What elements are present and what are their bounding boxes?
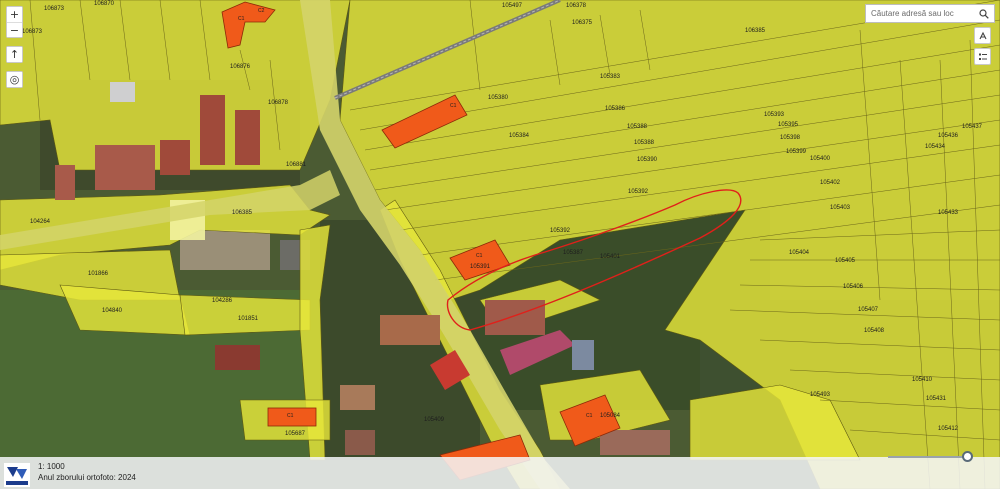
- parcel-label: 105388: [634, 140, 655, 146]
- parcel-label: 105410: [912, 377, 933, 383]
- compass-control: ↑: [6, 46, 23, 63]
- search-icon: [979, 8, 989, 19]
- zoom-in-button[interactable]: +: [7, 7, 22, 22]
- locate-button[interactable]: ◎: [7, 72, 22, 87]
- info-bar: 1: 1000 Anul zborului ortofoto: 2024: [0, 457, 1000, 489]
- ancpi-logo: [4, 463, 30, 487]
- parcel-label: 101851: [238, 316, 259, 322]
- building-label: C1: [586, 413, 593, 419]
- search-button[interactable]: [974, 5, 994, 22]
- layer-list-icon: [978, 53, 987, 60]
- parcel-label: 105493: [810, 392, 831, 398]
- map-toolbar: + − ↑ ◎: [6, 6, 23, 88]
- parcel-label: 106385: [745, 28, 766, 34]
- parcel-label: 105395: [778, 122, 799, 128]
- parcel-label: 105392: [628, 189, 649, 195]
- slider-track: [888, 456, 972, 458]
- parcel-label: 106870: [94, 1, 115, 7]
- locate-control: ◎: [6, 71, 23, 88]
- opacity-slider[interactable]: [888, 449, 978, 465]
- parcel-label: 106873: [22, 29, 43, 35]
- parcel-label: 104264: [30, 219, 51, 225]
- parcel-label: 105404: [789, 250, 810, 256]
- parcel-label: 104286: [212, 298, 233, 304]
- parcel-label: 106378: [566, 3, 587, 9]
- map-canvas[interactable]: C1 C2 C1 C1 C1 C1 106873 106870 106873 1…: [0, 0, 1000, 489]
- parcel-label: 105412: [938, 426, 959, 432]
- parcel-label: 105437: [962, 124, 983, 130]
- parcel-label: 106873: [44, 6, 65, 12]
- building-label: C1: [287, 413, 294, 419]
- map-scale: 1: 1000: [38, 462, 65, 471]
- parcel-label: 105400: [810, 156, 831, 162]
- parcel-label: 105405: [835, 258, 856, 264]
- orthophoto-year: Anul zborului ortofoto: 2024: [38, 473, 136, 482]
- parcel-label: 106876: [230, 64, 251, 70]
- parcel-label: 105406: [843, 284, 864, 290]
- parcel-label: 105386: [605, 106, 626, 112]
- parcel-label: 105393: [764, 112, 785, 118]
- parcel-label: 105383: [600, 74, 621, 80]
- search-box: [865, 4, 995, 23]
- parcel-label: 105497: [502, 3, 523, 9]
- search-input[interactable]: [866, 5, 974, 22]
- parcel-label: 105434: [925, 144, 946, 150]
- parcel-label: 105433: [938, 210, 959, 216]
- parcel-label: 105409: [424, 417, 445, 423]
- parcel-label: 105431: [926, 396, 947, 402]
- parcel-label: 105436: [938, 133, 959, 139]
- parcel-label: 105401: [600, 254, 621, 260]
- parcel-label: 105388: [627, 124, 648, 130]
- parcel-label: 104840: [102, 308, 123, 314]
- zoom-controls: + −: [6, 6, 23, 38]
- parcel-label: 105387: [563, 250, 584, 256]
- parcel-label: 101866: [88, 271, 109, 277]
- parcel-label: 105380: [488, 95, 509, 101]
- parcel-label: 106385: [232, 210, 253, 216]
- parcel-label: 105403: [830, 205, 851, 211]
- parcel-label: 105407: [858, 307, 879, 313]
- building-label: C1: [450, 103, 457, 109]
- parcel-label: 105391: [470, 264, 491, 270]
- building-label: C1: [476, 253, 483, 259]
- parcel-label: 106878: [268, 100, 289, 106]
- parcel-label: 105392: [550, 228, 571, 234]
- parcel-label: 105398: [780, 135, 801, 141]
- parcel-label: 105399: [786, 149, 807, 155]
- share-button[interactable]: [974, 27, 991, 44]
- zoom-out-button[interactable]: −: [7, 22, 22, 37]
- parcel-label: 105687: [285, 431, 306, 437]
- building-label: C2: [258, 8, 265, 14]
- parcel-label: 105384: [509, 133, 530, 139]
- parcel-label: 105084: [600, 413, 621, 419]
- parcel-label: 106881: [286, 162, 307, 168]
- parcel-label: 105402: [820, 180, 841, 186]
- slider-thumb[interactable]: [962, 451, 973, 462]
- layer-list-button[interactable]: [974, 48, 991, 65]
- compass-button[interactable]: ↑: [7, 47, 22, 62]
- building-label: C1: [238, 16, 245, 22]
- parcel-label: 105390: [637, 157, 658, 163]
- parcel-label: 105408: [864, 328, 885, 334]
- parcel-label: 106375: [572, 20, 593, 26]
- share-icon: [979, 31, 986, 39]
